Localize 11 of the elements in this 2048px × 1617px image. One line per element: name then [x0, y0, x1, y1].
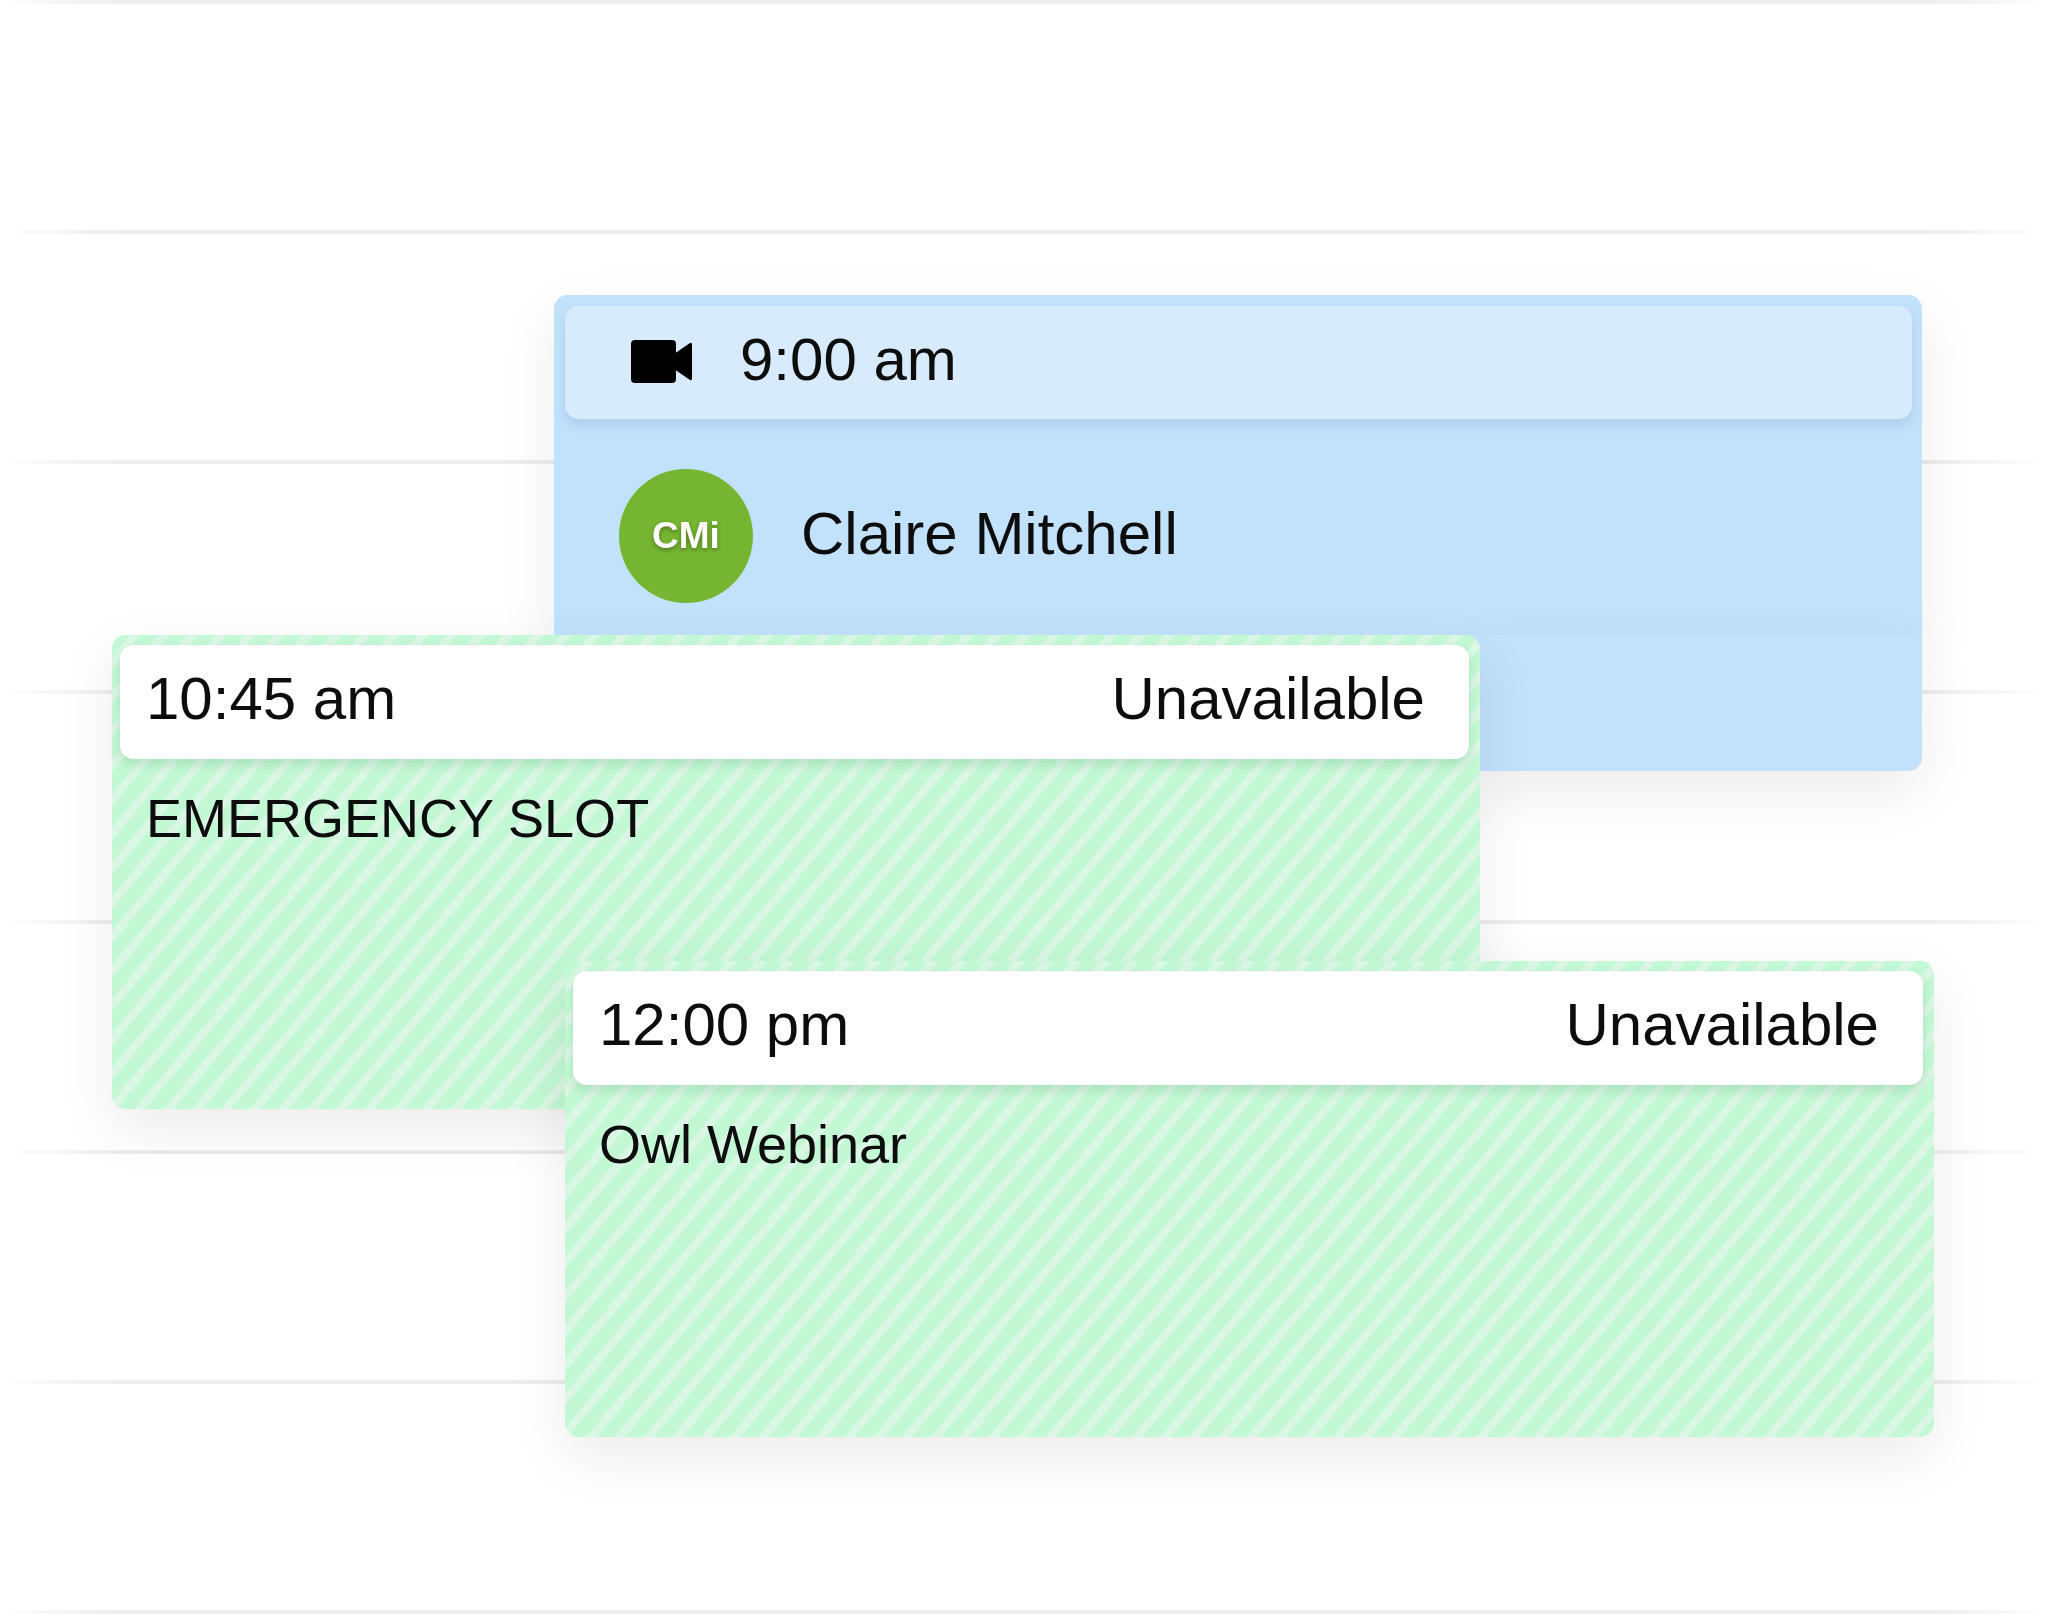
avatar: CMi — [619, 469, 753, 603]
slot-title: EMERGENCY SLOT — [146, 789, 650, 849]
availability-status: Unavailable — [1111, 666, 1425, 732]
attendee-name: Claire Mitchell — [801, 501, 1178, 567]
slot-time: 12:00 pm — [599, 992, 850, 1058]
appointment-card[interactable]: 9:00 am CMi Claire Mitchell — [554, 295, 1922, 635]
blocked-slot-card[interactable]: 12:00 pm Unavailable Owl Webinar — [565, 961, 1934, 1437]
event-time: 9:00 am — [740, 326, 957, 393]
availability-status: Unavailable — [1565, 992, 1879, 1058]
slot-title: Owl Webinar — [599, 1115, 908, 1175]
slot-time: 10:45 am — [146, 666, 397, 732]
